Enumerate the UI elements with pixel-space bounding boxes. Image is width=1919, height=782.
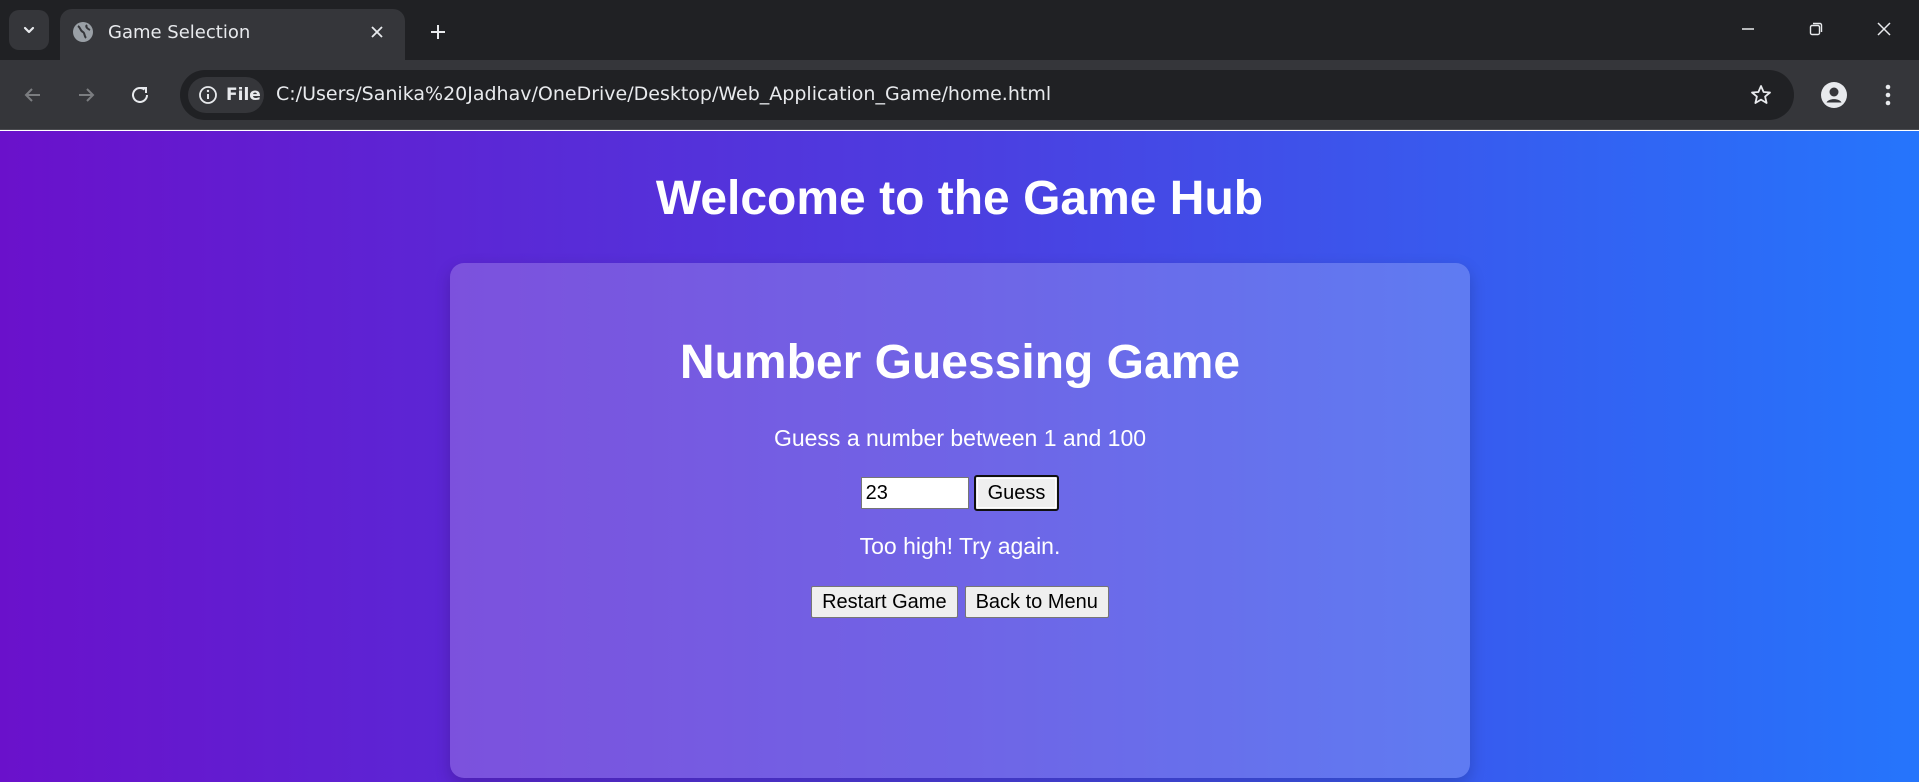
game-card: Number Guessing Game Guess a number betw…: [450, 263, 1470, 778]
forward-button[interactable]: [67, 76, 105, 114]
chip-label: File: [226, 85, 261, 105]
guess-input[interactable]: [860, 477, 969, 509]
star-icon: [1751, 85, 1771, 104]
kebab-menu-icon: [1885, 84, 1891, 106]
address-bar[interactable]: File C:/Users/Sanika%20Jadhav/OneDrive/D…: [180, 70, 1794, 120]
restart-game-button[interactable]: Restart Game: [811, 586, 958, 618]
plus-icon: [431, 25, 445, 39]
url-text[interactable]: C:/Users/Sanika%20Jadhav/OneDrive/Deskto…: [276, 83, 1051, 105]
reload-icon: [132, 86, 148, 103]
tab-title: Game Selection: [108, 22, 251, 43]
browser-toolbar: File C:/Users/Sanika%20Jadhav/OneDrive/D…: [0, 60, 1919, 130]
back-button[interactable]: [14, 76, 52, 114]
window-close-button[interactable]: [1850, 0, 1918, 58]
restore-icon: [1809, 22, 1823, 36]
restore-button[interactable]: [1782, 0, 1850, 58]
minimize-icon: [1742, 28, 1754, 30]
tab-strip: Game Selection: [0, 0, 1919, 60]
action-row: Restart Game Back to Menu: [450, 586, 1470, 618]
back-icon: [24, 88, 40, 102]
minimize-button[interactable]: [1714, 0, 1782, 58]
guess-row: Guess: [450, 475, 1470, 511]
site-info-chip[interactable]: File: [188, 77, 264, 113]
chevron-down-icon: [23, 26, 35, 34]
info-icon: [199, 86, 217, 104]
reload-button[interactable]: [121, 76, 159, 114]
game-title: Number Guessing Game: [679, 336, 1241, 389]
active-tab[interactable]: Game Selection: [60, 9, 405, 60]
guess-button[interactable]: Guess: [973, 475, 1060, 511]
page-title: Welcome to the Game Hub: [655, 172, 1264, 225]
profile-icon: [1821, 82, 1847, 108]
back-to-menu-button[interactable]: Back to Menu: [964, 586, 1109, 618]
page-viewport: Welcome to the Game Hub Number Guessing …: [0, 131, 1919, 782]
close-icon: [371, 26, 383, 38]
bookmark-button[interactable]: [1748, 82, 1774, 108]
profile-button[interactable]: [1816, 77, 1852, 113]
globe-icon: [73, 22, 93, 42]
browser-menu-button[interactable]: [1870, 77, 1906, 113]
tab-close-button[interactable]: [364, 19, 390, 45]
tab-list-button[interactable]: [9, 10, 49, 50]
game-instructions: Guess a number between 1 and 100: [773, 425, 1147, 451]
new-tab-button[interactable]: [420, 14, 456, 50]
feedback-message: Too high! Try again.: [859, 533, 1061, 559]
window-close-icon: [1877, 22, 1891, 36]
forward-icon: [79, 88, 95, 102]
